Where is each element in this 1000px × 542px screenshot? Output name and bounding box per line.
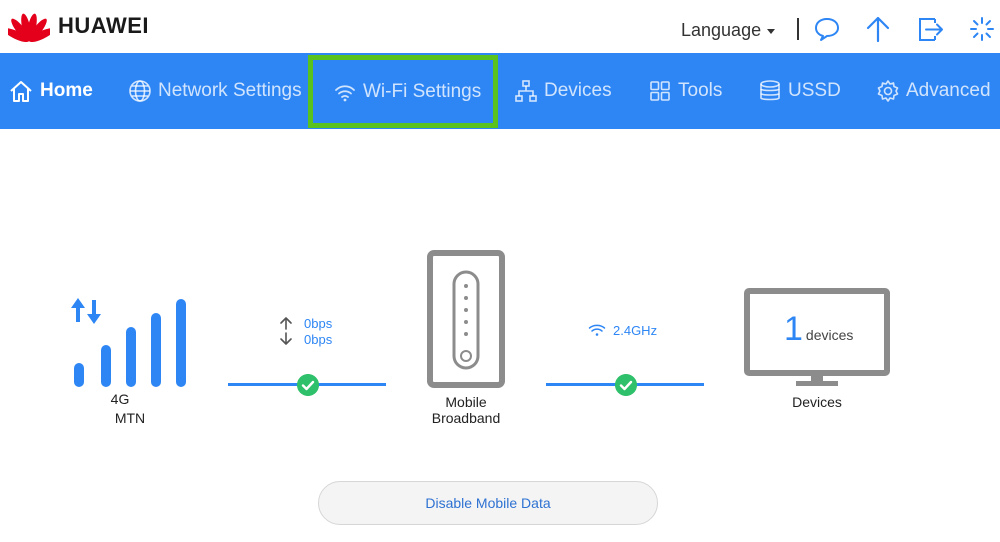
wan-connected-check-icon <box>297 374 319 396</box>
language-dropdown[interactable]: Language <box>681 20 776 41</box>
top-header: HUAWEI Language <box>0 0 1000 53</box>
grid-icon <box>650 81 670 101</box>
language-label: Language <box>681 20 762 40</box>
nav-home[interactable]: Home <box>8 53 93 129</box>
network-tree-icon <box>515 80 537 102</box>
device-count: 1 <box>784 310 803 348</box>
network-type: 4G <box>110 391 130 407</box>
loading-icon <box>970 17 994 41</box>
nav-network-settings[interactable]: Network Settings <box>128 53 302 129</box>
wifi-band: 2.4GHz <box>613 323 658 338</box>
download-rate: 0bps <box>304 332 333 347</box>
upload-icon[interactable] <box>863 14 893 44</box>
huawei-flower-icon <box>8 13 50 43</box>
nav-network-settings-label: Network Settings <box>158 80 302 101</box>
upload-rate: 0bps <box>304 316 333 331</box>
device-count-unit: devices <box>805 327 854 343</box>
wifi-icon <box>335 84 355 101</box>
gear-icon <box>877 80 899 102</box>
wifi-band-icon <box>588 324 606 336</box>
globe-icon <box>129 80 151 102</box>
nav-ussd-label: USSD <box>788 80 841 101</box>
nav-wifi-settings-label: Wi-Fi Settings <box>363 80 482 102</box>
upload-download-arrows-icon <box>280 317 292 345</box>
lan-connected-check-icon <box>615 374 637 396</box>
nav-advanced[interactable]: Advanced <box>876 53 991 129</box>
nav-home-label: Home <box>40 80 93 101</box>
nav-advanced-label: Advanced <box>906 80 991 101</box>
huawei-logo: HUAWEI <box>8 9 149 43</box>
nav-ussd[interactable]: USSD <box>758 53 841 129</box>
chat-icon[interactable] <box>812 14 842 44</box>
signal-strength-icon <box>71 298 186 387</box>
devices-label: Devices <box>792 394 842 410</box>
nav-tools-label: Tools <box>678 80 723 101</box>
caret-down-icon <box>767 29 776 34</box>
device-count-display: 1 devices <box>784 310 853 349</box>
nav-devices-label: Devices <box>544 80 612 101</box>
router-label-line2: Broadband <box>431 410 501 426</box>
router-icon <box>427 250 505 388</box>
operator-name: MTN <box>114 410 146 426</box>
devices-monitor[interactable]: 1 devices <box>744 288 890 388</box>
logout-icon[interactable] <box>916 14 946 44</box>
nav-devices[interactable]: Devices <box>514 53 612 129</box>
brand-name: HUAWEI <box>58 13 149 38</box>
nav-wifi-settings[interactable]: Wi-Fi Settings <box>308 55 498 128</box>
disable-mobile-data-button[interactable]: Disable Mobile Data <box>318 481 658 525</box>
router-label-line1: Mobile <box>445 394 487 410</box>
database-icon <box>760 80 780 101</box>
nav-tools[interactable]: Tools <box>648 53 722 129</box>
main-nav: Home Network Settings Wi-Fi Settings Dev… <box>0 53 1000 129</box>
header-divider <box>797 18 799 40</box>
home-icon <box>10 81 32 102</box>
